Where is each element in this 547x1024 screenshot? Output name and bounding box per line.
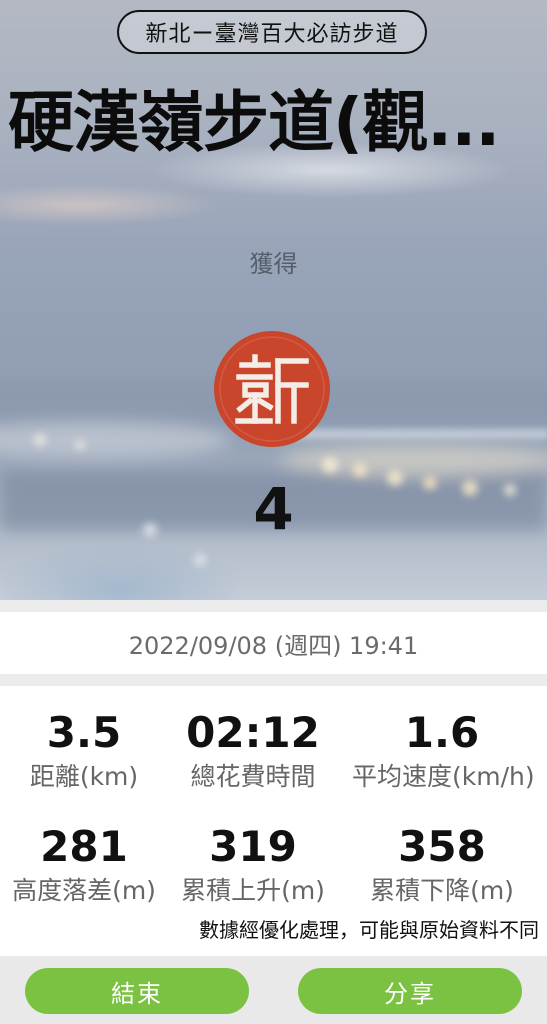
divider [0, 600, 547, 612]
stats-panel: 3.5 距離(km) 02:12 總花費時間 1.6 平均速度(km/h) 28… [0, 686, 547, 956]
stat-avg-speed: 1.6 平均速度(km/h) [352, 708, 535, 794]
stat-elevation-diff: 281 高度落差(m) [0, 822, 174, 908]
stat-label: 距離(km) [29, 762, 139, 791]
divider [0, 674, 547, 686]
stat-label: 總花費時間 [190, 762, 316, 791]
stat-label: 累積上升(m) [181, 876, 325, 905]
seal-stamp-icon [214, 331, 330, 447]
stat-total-time: 02:12 總花費時間 [163, 708, 343, 794]
stat-total-ascent: 319 累積上升(m) [163, 822, 343, 908]
data-processing-note: 數據經優化處理，可能與原始資料不同 [199, 918, 539, 942]
stat-label: 平均速度(km/h) [352, 762, 535, 791]
trail-category-badge: 新北ー臺灣百大必訪步道 [117, 10, 427, 54]
stat-value: 02:12 [186, 708, 320, 757]
stat-value: 3.5 [46, 708, 122, 757]
stamp-count: 4 [253, 475, 294, 543]
stat-label: 累積下降(m) [370, 876, 514, 905]
stat-label: 高度落差(m) [12, 876, 156, 905]
record-datetime: 2022/09/08 (週四) 19:41 [0, 612, 547, 674]
end-button[interactable]: 結束 [25, 968, 249, 1014]
stat-distance: 3.5 距離(km) [0, 708, 174, 794]
obtained-label: 獲得 [249, 250, 298, 278]
trail-title: 硬漢嶺步道(觀... [8, 84, 500, 161]
stat-value: 1.6 [404, 708, 480, 757]
stat-value: 319 [209, 822, 297, 871]
stat-value: 358 [398, 822, 486, 871]
stat-value: 281 [40, 822, 128, 871]
stat-total-descent: 358 累積下降(m) [352, 822, 532, 908]
hero-banner: 新北ー臺灣百大必訪步道 硬漢嶺步道(觀... 獲得 4 [0, 0, 547, 600]
share-button[interactable]: 分享 [298, 968, 522, 1014]
footer-bar: 結束 分享 [0, 956, 547, 1024]
